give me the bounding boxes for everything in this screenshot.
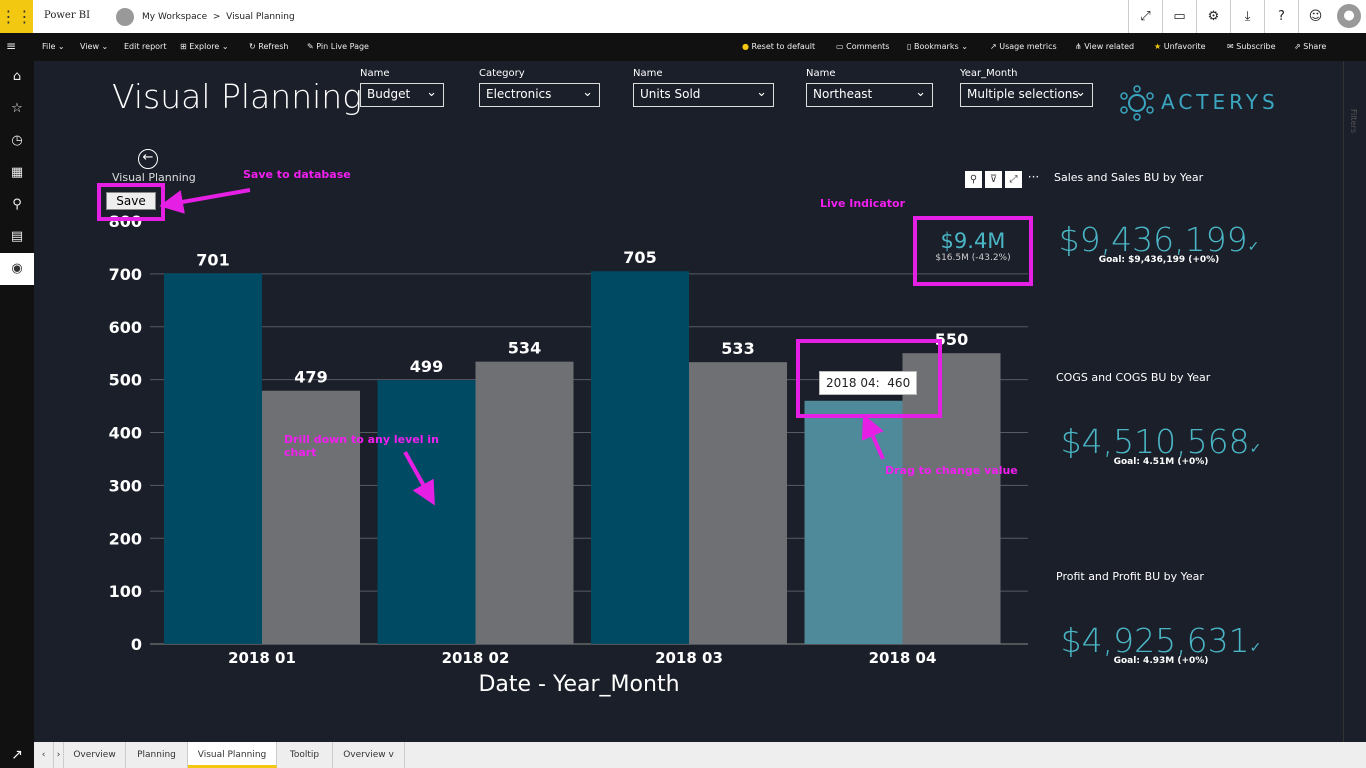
- file-menu[interactable]: File ⌄: [42, 42, 65, 51]
- hamburger-icon[interactable]: ≡: [6, 39, 16, 53]
- help-icon[interactable]: ?: [1264, 0, 1298, 33]
- check-icon: ✓: [1249, 441, 1262, 457]
- explore-menu[interactable]: ⊞ Explore ⌄: [180, 42, 229, 51]
- chevron-down-icon: ⌄: [1075, 85, 1086, 100]
- left-nav: ⌂ ☆ ◷ ▦ ⚲ ▤ ◉: [0, 61, 34, 742]
- feedback-icon[interactable]: ☺: [1298, 0, 1332, 33]
- header-tools: ⤢ ▭ ⚙ ⤓ ? ☺ ●: [1128, 0, 1366, 33]
- kpi-title: Sales and Sales BU by Year: [1054, 171, 1204, 184]
- reset-to-default-button[interactable]: ● Reset to default: [742, 42, 815, 51]
- shared-icon[interactable]: ⚲: [0, 189, 34, 221]
- tab-overview[interactable]: Overview: [64, 742, 126, 768]
- subscribe-button[interactable]: ✉ Subscribe: [1227, 42, 1276, 51]
- tab-next-icon[interactable]: ›: [54, 742, 64, 768]
- acterys-logo: ACTERYS: [1119, 85, 1275, 125]
- breadcrumb-workspace[interactable]: My Workspace: [142, 12, 207, 22]
- kpi-value: $4,510,568✓: [1060, 422, 1262, 461]
- breadcrumb-separator-icon: >: [210, 12, 224, 22]
- kpi-title: COGS and COGS BU by Year: [1056, 371, 1211, 384]
- user-avatar[interactable]: ●: [1337, 4, 1361, 28]
- check-icon: ✓: [1249, 640, 1262, 656]
- kpi-card-profit: Profit and Profit BU by Year $4,925,631✓…: [1056, 570, 1266, 666]
- brand-name: Power BI: [44, 10, 91, 21]
- bookmarks-menu[interactable]: ▯ Bookmarks ⌄: [907, 42, 968, 51]
- download-icon[interactable]: ⤓: [1230, 0, 1264, 33]
- apps-icon[interactable]: ▦: [0, 157, 34, 189]
- tab-tooltip[interactable]: Tooltip: [277, 742, 333, 768]
- tab-visual-planning[interactable]: Visual Planning: [188, 742, 277, 768]
- reset-icon: ●: [742, 42, 749, 51]
- my-workspace-icon[interactable]: ◉: [0, 253, 34, 285]
- tab-overview-v[interactable]: Overview v: [333, 742, 405, 768]
- report-canvas: Visual Planning Name Budget ⌄ Category El…: [34, 61, 1343, 742]
- view-related-button[interactable]: ⋔ View related: [1075, 42, 1134, 51]
- arrow-save-icon: [159, 188, 251, 214]
- top-bar: ⋮⋮ Power BI My Workspace > Visual Planni…: [0, 0, 1366, 33]
- kpi-card-sales: Sales and Sales BU by Year $9,436,199✓ G…: [1054, 171, 1264, 265]
- home-icon[interactable]: ⌂: [0, 61, 34, 93]
- settings-icon[interactable]: ⚙: [1196, 0, 1230, 33]
- comments-button[interactable]: ▭ Comments: [836, 42, 889, 51]
- breadcrumb-report[interactable]: Visual Planning: [226, 12, 295, 22]
- workspaces-icon[interactable]: ▤: [0, 221, 34, 253]
- filters-label: Filters: [1349, 109, 1358, 133]
- recent-icon[interactable]: ◷: [0, 125, 34, 157]
- acterys-logo-mark: [1120, 85, 1154, 121]
- kpi-title: Profit and Profit BU by Year: [1056, 570, 1204, 583]
- app-launcher-icon[interactable]: ⋮⋮: [0, 0, 33, 33]
- edit-report-button[interactable]: Edit report: [124, 42, 166, 51]
- expand-nav-icon[interactable]: ↗: [0, 742, 34, 768]
- kpi-value: $9,436,199✓: [1058, 220, 1260, 259]
- refresh-button[interactable]: ↻ Refresh: [249, 42, 288, 51]
- arrow-drill-icon: [403, 451, 435, 506]
- kpi-card-cogs: COGS and COGS BU by Year $4,510,568✓ Goa…: [1056, 371, 1266, 467]
- filters-pane[interactable]: Filters: [1343, 61, 1366, 742]
- pin-live-page-button[interactable]: ✎ Pin Live Page: [307, 42, 369, 51]
- annotation-arrows: [159, 188, 885, 506]
- view-menu[interactable]: View ⌄: [80, 42, 108, 51]
- arrow-drag-icon: [861, 414, 885, 460]
- check-icon: ✓: [1247, 239, 1260, 255]
- kpi-value: $4,925,631✓: [1060, 621, 1262, 660]
- logo-text: ACTERYS: [1161, 90, 1279, 114]
- breadcrumb: My Workspace > Visual Planning: [142, 12, 295, 22]
- workspace-avatar: [116, 8, 134, 26]
- favorites-icon[interactable]: ☆: [0, 93, 34, 125]
- expand-icon[interactable]: ⤢: [1128, 0, 1162, 33]
- share-button[interactable]: ⇗ Share: [1294, 42, 1326, 51]
- tab-prev-icon[interactable]: ‹: [34, 742, 54, 768]
- present-icon[interactable]: ▭: [1162, 0, 1196, 33]
- star-icon: ★: [1154, 42, 1162, 51]
- page-tabs: ‹ › Overview Planning Visual Planning To…: [0, 742, 1366, 768]
- tab-planning[interactable]: Planning: [126, 742, 188, 768]
- unfavorite-button[interactable]: ★ Unfavorite: [1154, 42, 1206, 51]
- usage-metrics-button[interactable]: ↗ Usage metrics: [990, 42, 1057, 51]
- command-bar: ≡ File ⌄ View ⌄ Edit report ⊞ Explore ⌄ …: [0, 33, 1366, 61]
